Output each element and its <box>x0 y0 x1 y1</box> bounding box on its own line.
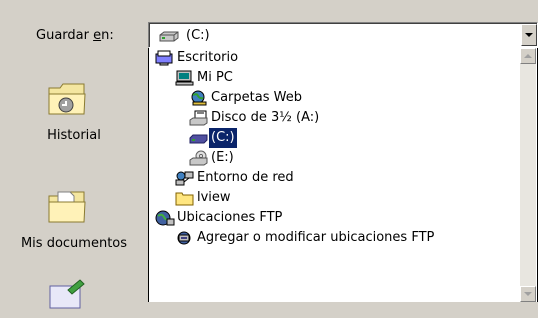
my-documents-folder-icon <box>46 188 88 226</box>
save-in-label-suffix: n: <box>101 28 114 43</box>
hard-drive-icon <box>158 31 180 47</box>
list-item-label: Entorno de red <box>197 170 294 185</box>
chevron-down-icon <box>524 292 532 296</box>
list-item-label: lview <box>197 190 231 205</box>
scroll-down-button[interactable] <box>520 286 536 302</box>
combobox-field[interactable]: (C:) <box>149 23 537 47</box>
list-item-label: (E:) <box>211 150 234 165</box>
save-in-label: Guardar en: <box>36 28 114 43</box>
combobox-dropdown-button[interactable] <box>521 24 537 46</box>
floppy-drive-icon <box>189 110 209 126</box>
cd-drive-icon <box>189 150 209 166</box>
my-computer-icon <box>175 70 195 86</box>
desktop-icon <box>155 50 175 66</box>
ftp-locations-icon <box>155 210 175 226</box>
network-icon <box>175 170 195 186</box>
list-item-label: Ubicaciones FTP <box>177 210 283 225</box>
history-folder-icon <box>46 80 88 118</box>
folder-icon <box>175 190 195 206</box>
web-folders-icon <box>189 90 209 106</box>
save-in-value: (C:) <box>186 28 210 43</box>
dropdown-scrollbar[interactable] <box>520 48 536 302</box>
desktop-icon <box>46 276 88 314</box>
list-item-label: Disco de 3½ (A:) <box>211 110 320 125</box>
list-item-label: (C:) <box>208 127 238 149</box>
save-in-combobox[interactable]: (C:) <box>148 22 538 48</box>
save-in-accesskey: e <box>93 28 102 43</box>
list-item-label: Escritorio <box>177 50 239 65</box>
list-item-label: Carpetas Web <box>211 90 302 105</box>
hard-drive-icon <box>189 130 209 146</box>
places-bar: Historial Mis documentos <box>0 60 148 309</box>
location-dropdown-list[interactable]: Escritorio Mi PC Carpetas Web Disco de 3… <box>148 48 538 302</box>
scroll-up-button[interactable] <box>520 48 536 64</box>
list-item-label: Mi PC <box>197 70 233 85</box>
ftp-add-icon <box>175 230 195 246</box>
place-label: Historial <box>47 128 101 143</box>
save-in-label-text: Guardar <box>36 28 94 43</box>
list-item-label: Agregar o modificar ubicaciones FTP <box>197 230 435 245</box>
chevron-up-icon <box>524 54 532 58</box>
place-label: Mis documentos <box>20 236 128 251</box>
chevron-down-icon <box>525 33 533 37</box>
